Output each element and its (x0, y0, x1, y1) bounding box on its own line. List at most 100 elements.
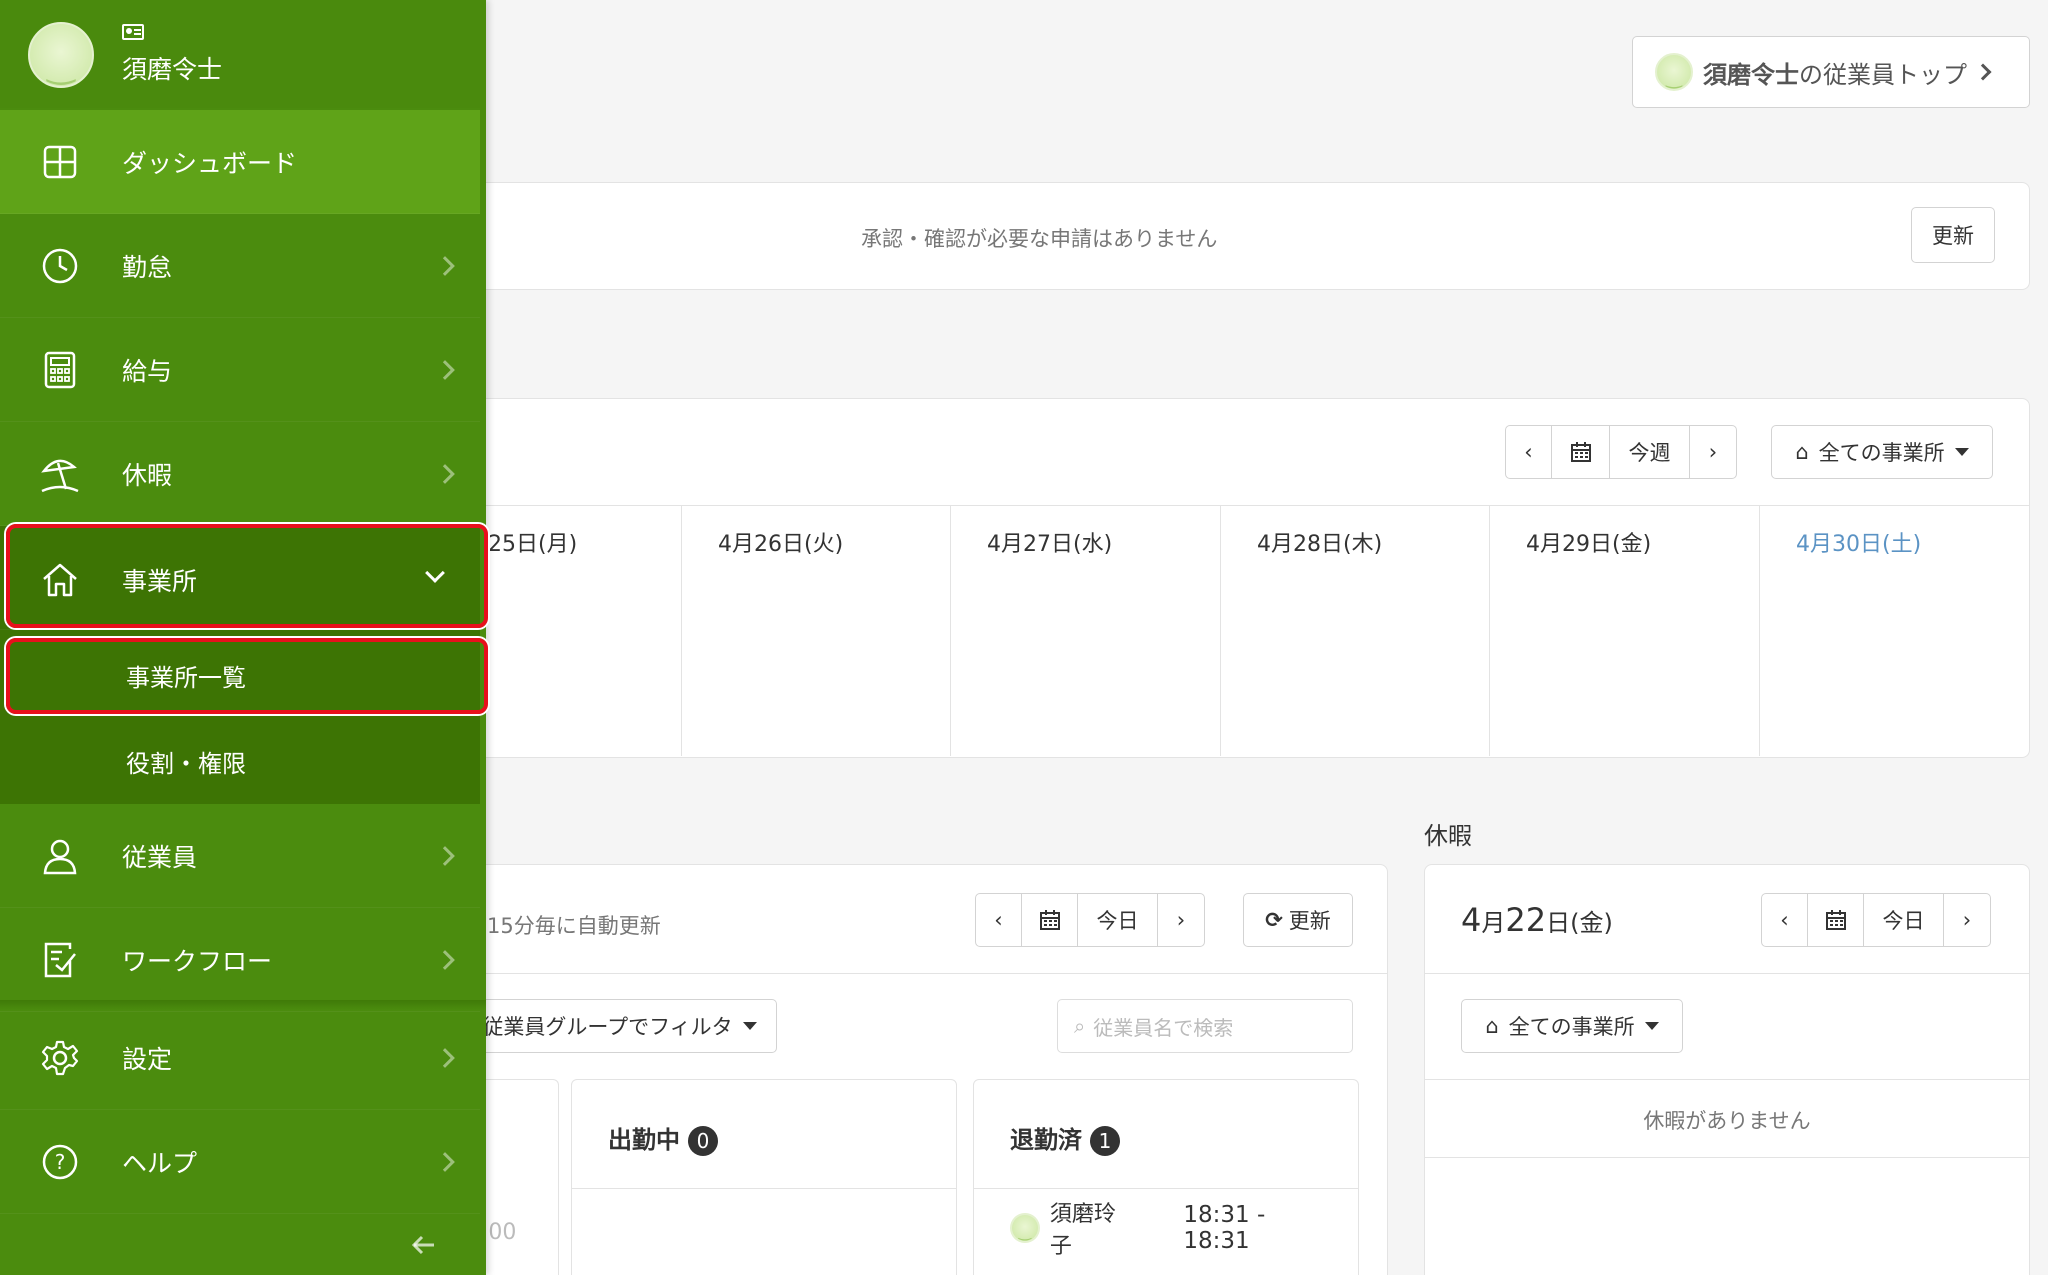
sidebar-user-header[interactable]: 須磨令士 (0, 0, 480, 108)
day-col-3[interactable]: 4月28日(木) (1220, 506, 1489, 756)
left-divider (974, 1188, 1358, 1189)
sidebar-item-label: 給与 (122, 356, 173, 386)
attendance-refresh-button[interactable]: ⟳ 更新 (1243, 893, 1353, 947)
table-row[interactable]: 須磨玲子 18:31 - 18:31 (1010, 1202, 1338, 1259)
sidebar-item-label: 勤怠 (122, 252, 173, 282)
prev-week-button[interactable]: ‹ (1506, 426, 1552, 478)
svg-text:?: ? (55, 1150, 66, 1174)
home-icon: ⌂ (1795, 440, 1809, 464)
sidebar-item-label: 休暇 (122, 460, 173, 490)
calendar-icon[interactable] (1022, 894, 1078, 946)
day-navigator: ‹ 今日 › (975, 893, 1205, 947)
requests-refresh-button[interactable]: 更新 (1911, 207, 1995, 263)
leave-card: 4月22日(金) ‹ 今日 › ⌂ 全ての事業所 休暇がありません (1424, 864, 2030, 1275)
chevron-right-icon (435, 845, 455, 866)
working-label: 出勤中 (608, 1126, 680, 1154)
search-icon: ⌕ (1074, 1014, 1086, 1038)
id-card-icon (122, 24, 144, 40)
leave-office-filter-label: 全ての事業所 (1508, 1015, 1635, 1039)
day-col-5-saturday[interactable]: 4月30日(土) (1759, 506, 2029, 756)
working-divider (572, 1188, 956, 1189)
search-input[interactable]: ⌕ 従業員名で検索 (1057, 999, 1353, 1053)
employee-top-suffix: の従業員トップ (1799, 60, 1967, 89)
sidebar: 須磨令士 ダッシュボード 勤怠 給与 休暇 事業所 (0, 0, 488, 1275)
leave-divider-3 (1425, 1157, 2029, 1158)
employee-top-button[interactable]: 須磨令士 の従業員トップ (1632, 36, 2030, 108)
calendar-office-filter[interactable]: ⌂ 全ての事業所 (1771, 425, 1993, 479)
caret-down-icon (742, 1022, 757, 1030)
leave-date-day-unit: 日 (1546, 909, 1571, 937)
sidebar-item-payroll[interactable]: 給与 (0, 318, 480, 422)
sidebar-item-settings[interactable]: 設定 (0, 1006, 480, 1110)
avatar-small (1655, 53, 1693, 91)
requests-message: 承認・確認が必要な申請はありません (861, 227, 1218, 251)
leave-date-day: 22 (1505, 901, 1547, 939)
next-day-button[interactable]: › (1158, 894, 1204, 946)
employee-top-name: 須磨令士 (1703, 60, 1799, 89)
left-label: 退勤済 (1010, 1126, 1082, 1154)
working-count-badge: 0 (688, 1126, 718, 1156)
calendar-icon[interactable] (1552, 426, 1610, 478)
day-col-4[interactable]: 4月29日(金) (1489, 506, 1759, 756)
sidebar-item-attendance[interactable]: 勤怠 (0, 214, 480, 318)
group-filter-label: 従業員グループでフィルタ (482, 1015, 733, 1039)
sidebar-subitem-label: 役割・権限 (126, 749, 246, 778)
employee-name[interactable]: 須磨玲子 (1050, 1196, 1138, 1260)
prev-day-button[interactable]: ‹ (976, 894, 1022, 946)
sidebar-item-workflow[interactable]: ワークフロー (0, 908, 480, 1012)
leave-prev-day-button[interactable]: ‹ (1762, 894, 1808, 946)
sidebar-item-label: ダッシュボード (122, 148, 298, 178)
dashboard-icon (40, 142, 80, 182)
highlight-office-list (6, 638, 488, 714)
highlight-office (6, 524, 488, 628)
sidebar-item-employees[interactable]: 従業員 (0, 804, 480, 908)
attendance-divider (471, 973, 1387, 974)
sidebar-item-help[interactable]: ? ヘルプ (0, 1110, 480, 1214)
calculator-icon (40, 350, 80, 390)
next-week-button[interactable]: › (1690, 426, 1736, 478)
sidebar-item-leave[interactable]: 休暇 (0, 422, 480, 526)
leave-divider (1425, 973, 2029, 974)
leave-office-filter[interactable]: ⌂ 全ての事業所 (1461, 999, 1683, 1053)
working-header: 出勤中 0 (608, 1120, 718, 1156)
employee-time: 18:31 - 18:31 (1183, 1202, 1266, 1254)
chevron-right-icon (435, 1151, 455, 1172)
person-icon (40, 836, 80, 876)
day-col-1[interactable]: 4月26日(火) (681, 506, 950, 756)
chevron-right-icon (435, 1047, 455, 1068)
auto-refresh-text: 15分毎に自動更新 (487, 914, 661, 938)
leave-empty-message: 休暇がありません (1643, 1109, 1811, 1133)
week-navigator: ‹ 今週 › (1505, 425, 1737, 479)
today-button[interactable]: 今日 (1078, 894, 1158, 946)
chevron-right-icon (435, 255, 455, 276)
group-filter-dropdown[interactable]: 従業員グループでフィルタ (463, 999, 777, 1053)
leave-date: 4月22日(金) (1461, 901, 1613, 939)
sidebar-item-dashboard[interactable]: ダッシュボード (0, 110, 480, 214)
leave-date-month: 4 (1461, 901, 1482, 939)
sidebar-item-label: 設定 (122, 1044, 173, 1074)
user-name: 須磨令士 (122, 55, 223, 84)
leave-date-month-unit: 月 (1481, 909, 1506, 937)
day-col-0[interactable]: 25日(月) (470, 506, 680, 756)
clock-icon (40, 246, 80, 286)
clipboard-check-icon (40, 940, 80, 980)
caret-down-icon (1954, 448, 1969, 456)
chevron-right-icon (435, 463, 455, 484)
calendar-office-filter-label: 全ての事業所 (1818, 441, 1945, 465)
sidebar-collapse-button[interactable] (410, 1234, 440, 1264)
calendar-icon[interactable] (1808, 894, 1864, 946)
sidebar-subitem-roles[interactable]: 役割・権限 (0, 730, 480, 792)
day-col-2[interactable]: 4月27日(水) (950, 506, 1220, 756)
this-week-button[interactable]: 今週 (1610, 426, 1690, 478)
avatar (1010, 1213, 1040, 1243)
left-header: 退勤済 1 (1010, 1120, 1120, 1156)
leave-today-button[interactable]: 今日 (1864, 894, 1944, 946)
chevron-right-icon (435, 949, 455, 970)
leave-next-day-button[interactable]: › (1944, 894, 1990, 946)
beach-umbrella-icon (40, 454, 80, 494)
chevron-right-icon (1974, 63, 1992, 81)
leave-day-navigator: ‹ 今日 › (1761, 893, 1991, 947)
sidebar-item-label: ヘルプ (122, 1148, 198, 1178)
search-placeholder: 従業員名で検索 (1093, 1015, 1234, 1040)
home-icon: ⌂ (1485, 1014, 1499, 1038)
